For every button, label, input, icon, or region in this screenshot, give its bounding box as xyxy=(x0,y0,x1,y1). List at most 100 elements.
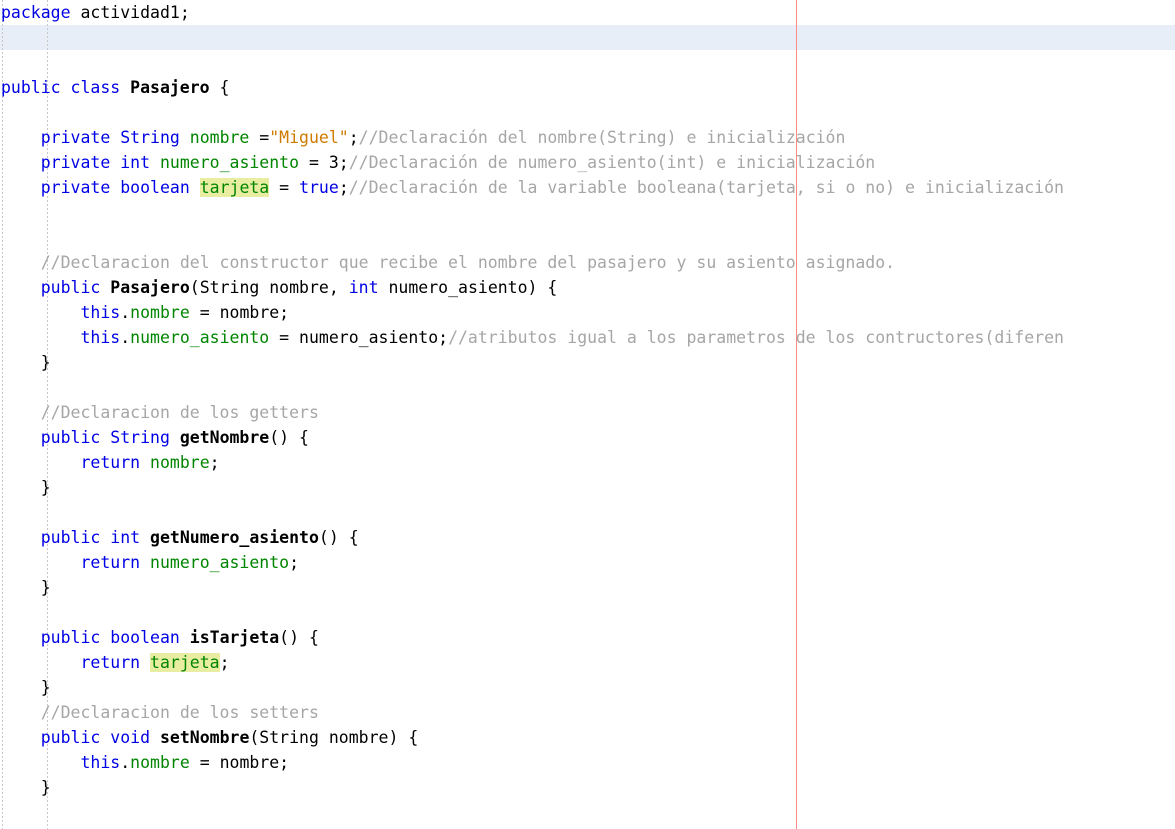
code-token: = nombre; xyxy=(189,753,290,772)
code-token: getNumero_asiento xyxy=(150,528,319,547)
code-token: isTarjeta xyxy=(189,628,280,647)
code-line[interactable]: private String nombre ="Miguel";//Declar… xyxy=(0,125,1175,150)
code-line[interactable]: private boolean tarjeta = true;//Declara… xyxy=(0,175,1175,200)
code-line[interactable]: return nombre; xyxy=(0,450,1175,475)
code-token: { xyxy=(209,78,230,97)
code-line[interactable]: public String getNombre() { xyxy=(0,425,1175,450)
code-token: getNombre xyxy=(179,428,270,447)
code-token: return xyxy=(80,453,151,472)
code-token: //Declaración del nombre(String) e inici… xyxy=(358,128,846,147)
code-token: true xyxy=(299,178,339,197)
code-line[interactable]: } xyxy=(0,475,1175,500)
code-token: } xyxy=(1,778,51,797)
code-token: . xyxy=(120,328,131,347)
code-token: } xyxy=(1,578,51,597)
code-line[interactable]: //Declaracion de los getters xyxy=(0,400,1175,425)
code-line[interactable]: this.nombre = nombre; xyxy=(0,300,1175,325)
code-token: () { xyxy=(318,528,359,547)
code-token: . xyxy=(120,303,131,322)
code-line[interactable]: public int getNumero_asiento() { xyxy=(0,525,1175,550)
code-token: = xyxy=(269,178,300,197)
code-token: ; xyxy=(219,653,230,672)
code-line[interactable]: public Pasajero(String nombre, int numer… xyxy=(0,275,1175,300)
code-token: public xyxy=(40,278,111,297)
code-token: //Declaración de numero_asiento(int) e i… xyxy=(348,153,876,172)
code-token: ; xyxy=(348,128,359,147)
code-token: private String xyxy=(40,128,190,147)
code-token: numero_asiento xyxy=(150,553,290,572)
code-token: //atributos igual a los parametros de lo… xyxy=(448,328,1064,347)
code-token: package xyxy=(1,3,81,22)
code-token: ; xyxy=(338,178,349,197)
code-token: nombre xyxy=(130,303,190,322)
code-line[interactable]: return numero_asiento; xyxy=(0,550,1175,575)
code-line[interactable]: //Declaracion del constructor que recibe… xyxy=(0,250,1175,275)
code-line[interactable] xyxy=(0,100,1175,125)
code-token: public void xyxy=(40,728,160,747)
code-token: public boolean xyxy=(40,628,190,647)
code-line[interactable] xyxy=(0,375,1175,400)
code-editor[interactable]: package actividad1; public class Pasajer… xyxy=(0,0,1175,829)
code-line[interactable] xyxy=(0,25,1175,50)
code-token: (String nombre) { xyxy=(249,728,419,747)
code-token: tarjeta xyxy=(150,653,220,672)
code-line[interactable] xyxy=(0,600,1175,625)
code-token: actividad1; xyxy=(80,3,190,22)
code-token: this xyxy=(80,303,121,322)
code-token: (String nombre, xyxy=(189,278,349,297)
code-token: } xyxy=(1,353,51,372)
code-line[interactable]: this.nombre = nombre; xyxy=(0,750,1175,775)
code-token: public class xyxy=(1,78,131,97)
code-token: return xyxy=(80,553,151,572)
code-line[interactable]: } xyxy=(0,775,1175,800)
code-line[interactable]: } xyxy=(0,675,1175,700)
code-token: //Declaración de la variable booleana(ta… xyxy=(348,178,1064,197)
code-line[interactable]: public boolean isTarjeta() { xyxy=(0,625,1175,650)
code-token: this xyxy=(80,753,121,772)
code-line[interactable] xyxy=(0,200,1175,225)
code-token: = nombre; xyxy=(189,303,290,322)
code-token: return xyxy=(80,653,151,672)
code-token: public int xyxy=(40,528,151,547)
code-token: Pasajero xyxy=(110,278,190,297)
code-line[interactable] xyxy=(0,50,1175,75)
code-token: numero_asiento) { xyxy=(378,278,558,297)
code-line[interactable] xyxy=(0,500,1175,525)
code-line[interactable]: package actividad1; xyxy=(0,0,1175,25)
code-line[interactable]: } xyxy=(0,575,1175,600)
code-line[interactable]: public void setNombre(String nombre) { xyxy=(0,725,1175,750)
code-token: setNombre xyxy=(159,728,250,747)
code-line[interactable]: this.numero_asiento = numero_asiento;//a… xyxy=(0,325,1175,350)
code-token: } xyxy=(1,678,51,697)
code-token: } xyxy=(1,478,51,497)
code-line[interactable]: public class Pasajero { xyxy=(0,75,1175,100)
code-line[interactable]: return tarjeta; xyxy=(0,650,1175,675)
code-line[interactable]: } xyxy=(0,350,1175,375)
code-token: private int xyxy=(40,153,160,172)
code-token: ; xyxy=(209,453,220,472)
code-line[interactable] xyxy=(0,225,1175,250)
code-token: nombre xyxy=(150,453,210,472)
code-token: Pasajero xyxy=(130,78,210,97)
code-token: private boolean xyxy=(40,178,200,197)
code-line[interactable]: private int numero_asiento = 3;//Declara… xyxy=(0,150,1175,175)
code-token: () { xyxy=(269,428,309,447)
code-token: () { xyxy=(279,628,319,647)
code-line[interactable]: //Declaracion de los setters xyxy=(0,700,1175,725)
code-token: = xyxy=(249,128,270,147)
code-content[interactable]: package actividad1; public class Pasajer… xyxy=(0,0,1175,800)
